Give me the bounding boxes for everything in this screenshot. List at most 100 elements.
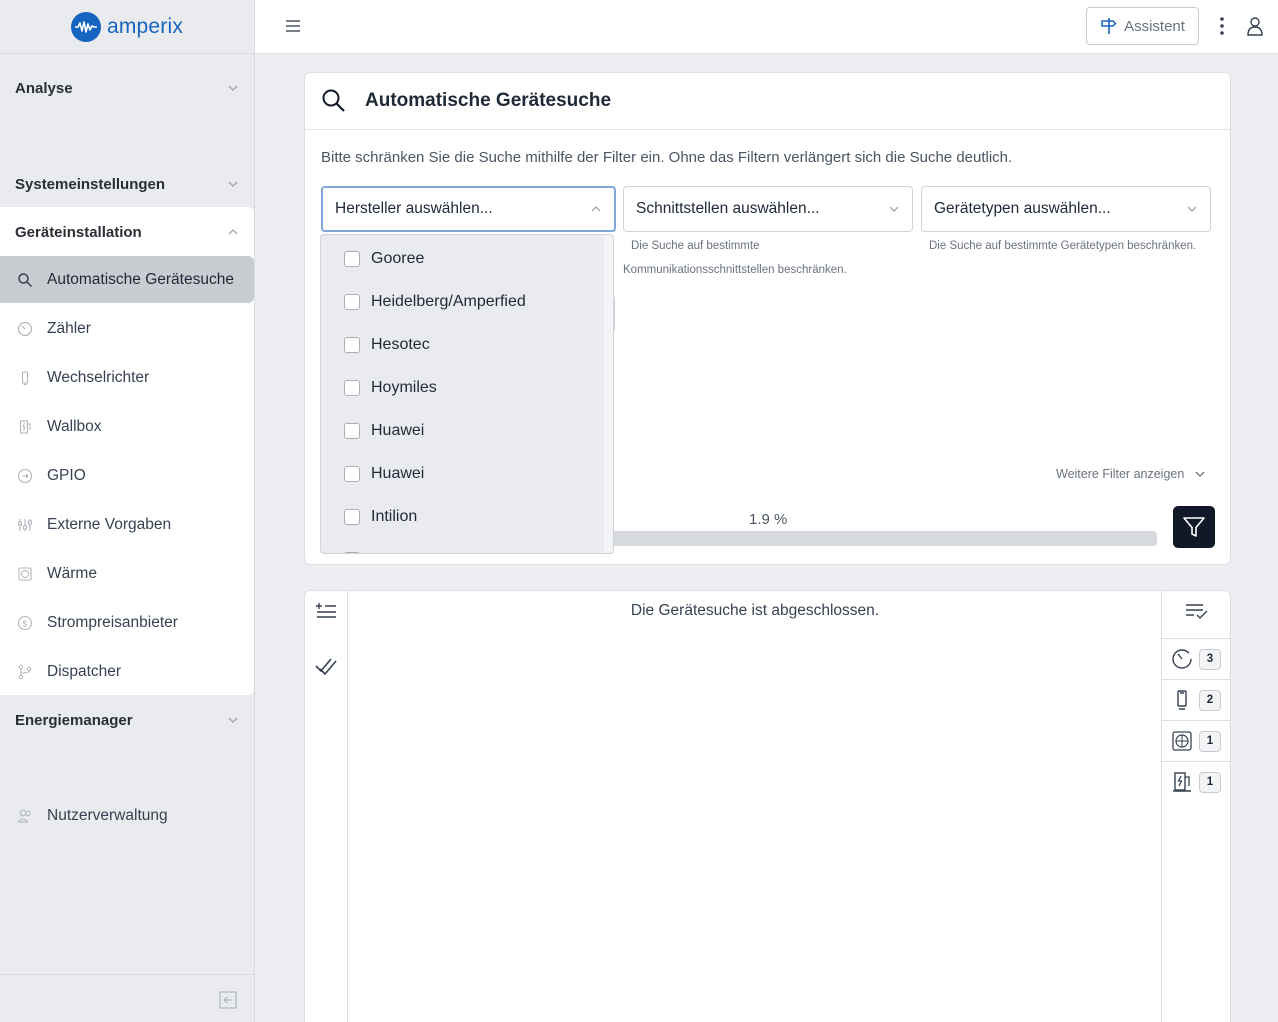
more-filters-toggle[interactable]: Weitere Filter anzeigen <box>1056 467 1206 481</box>
interfaces-select[interactable]: Schnittstellen auswählen... <box>623 186 913 232</box>
svg-text:$: $ <box>22 619 28 629</box>
manufacturer-option[interactable]: Huawei <box>321 452 606 495</box>
category-filter-wallbox[interactable]: 1 <box>1162 761 1230 802</box>
option-label: Gooree <box>371 249 425 267</box>
manufacturer-option[interactable]: Gooree <box>321 237 606 280</box>
sidebar-item-wechselrichter[interactable]: Wechselrichter <box>0 354 254 401</box>
sidebar-section-analyse[interactable]: Analyse <box>0 68 254 108</box>
more-filters-label: Weitere Filter anzeigen <box>1056 467 1185 481</box>
sidebar-item-label: GPIO <box>47 466 86 484</box>
category-count: 2 <box>1199 689 1221 711</box>
checkbox[interactable] <box>344 379 360 396</box>
device-types-placeholder: Gerätetypen auswählen... <box>934 200 1111 217</box>
manufacturer-option[interactable]: Heidelberg/Amperfied <box>321 280 606 323</box>
checkbox[interactable] <box>344 250 360 267</box>
checkbox[interactable] <box>344 551 360 553</box>
logo-mark-icon <box>70 11 101 42</box>
dispatcher-icon <box>16 663 34 681</box>
sidebar-item-automatische-geraetesuche[interactable]: Automatische Gerätesuche <box>0 256 254 303</box>
checkbox[interactable] <box>344 293 360 310</box>
manufacturer-option[interactable]: Intilion <box>321 495 606 538</box>
heat-icon <box>16 565 34 583</box>
sidebar: amperix Analyse Systemeinstellungen Gerä… <box>0 0 255 1022</box>
collapse-sidebar-button[interactable] <box>0 974 254 1022</box>
checkbox[interactable] <box>344 508 360 525</box>
sidebar-item-label: Wallbox <box>47 417 102 435</box>
sidebar-item-label: Automatische Gerätesuche <box>47 270 234 288</box>
option-label: Hoymiles <box>371 378 437 396</box>
more-options-icon[interactable] <box>1217 16 1227 36</box>
checkbox[interactable] <box>344 336 360 353</box>
top-bar: Assistent <box>255 0 1278 54</box>
chevron-down-icon <box>889 206 899 212</box>
add-list-icon[interactable] <box>315 602 337 618</box>
device-types-select[interactable]: Gerätetypen auswählen... <box>921 186 1211 232</box>
sidebar-item-label: Dispatcher <box>47 662 122 680</box>
sidebar-item-gpio[interactable]: GPIO <box>0 452 254 499</box>
option-label: Heidelberg/Amperfied <box>371 292 526 310</box>
sidebar-section-geraeteinstallation[interactable]: Geräteinstallation <box>0 212 254 252</box>
heat-icon <box>1172 731 1192 751</box>
sidebar-item-label: Wechselrichter <box>47 368 150 386</box>
sidebar-item-nutzerverwaltung[interactable]: Nutzerverwaltung <box>0 792 254 839</box>
interfaces-placeholder: Schnittstellen auswählen... <box>636 200 820 217</box>
inverter-icon <box>1177 690 1187 710</box>
apply-filter-button[interactable] <box>1173 506 1215 548</box>
category-filter-heat[interactable]: 1 <box>1162 720 1230 761</box>
manufacturer-select[interactable]: Hersteller auswählen... <box>321 186 616 232</box>
chevron-down-icon <box>228 181 238 187</box>
logo-text: amperix <box>106 14 184 38</box>
sidebar-item-dispatcher[interactable]: Dispatcher <box>0 648 254 695</box>
option-label: Hesotec <box>371 335 430 353</box>
chevron-down-icon <box>228 717 238 723</box>
manufacturer-option[interactable]: Hoymiles <box>321 366 606 409</box>
sidebar-item-label: Externe Vorgaben <box>47 515 172 533</box>
wallbox-icon <box>16 418 34 436</box>
user-icon[interactable] <box>1245 16 1265 36</box>
list-check-icon[interactable] <box>1185 602 1209 620</box>
sidebar-item-waerme[interactable]: Wärme <box>0 550 254 597</box>
sidebar-item-label: Zähler <box>47 319 91 337</box>
category-filter-meter[interactable]: 3 <box>1162 638 1230 679</box>
assistant-button[interactable]: Assistent <box>1086 7 1199 45</box>
manufacturer-placeholder: Hersteller auswählen... <box>335 200 493 217</box>
manufacturer-dropdown: Gooree Heidelberg/Amperfied Hesotec Hoym… <box>320 234 614 554</box>
sidebar-item-strompreisanbieter[interactable]: $ Strompreisanbieter <box>0 599 254 646</box>
logo[interactable]: amperix <box>0 0 254 54</box>
results-toolbar-left <box>305 591 348 1022</box>
filter-icon <box>1183 517 1205 537</box>
dropdown-scrollbar[interactable] <box>604 235 613 553</box>
manufacturer-option[interactable]: Hesotec <box>321 323 606 366</box>
section-label: Energiemanager <box>15 711 133 729</box>
progress-label: 1.9 % <box>749 511 788 528</box>
section-label: Systemeinstellungen <box>15 175 166 193</box>
gpio-icon <box>16 467 34 485</box>
interfaces-help-line-2: Kommunikationsschnittstellen beschränken… <box>623 264 847 276</box>
collapse-sidebar-icon <box>218 990 238 1015</box>
inverter-icon <box>16 369 34 387</box>
menu-icon[interactable] <box>285 18 301 34</box>
search-icon <box>322 89 345 112</box>
category-count: 1 <box>1199 730 1221 752</box>
manufacturer-option[interactable]: Huawei <box>321 409 606 452</box>
filter-hint: Bitte schränken Sie die Suche mithilfe d… <box>321 149 1013 166</box>
card-header: Automatische Gerätesuche <box>305 73 1230 130</box>
sidebar-item-wallbox[interactable]: Wallbox <box>0 403 254 450</box>
sidebar-item-label: Nutzerverwaltung <box>47 806 168 824</box>
sidebar-item-externe-vorgaben[interactable]: Externe Vorgaben <box>0 501 254 548</box>
option-label: Huawei <box>371 421 425 439</box>
price-icon: $ <box>16 614 34 632</box>
checkbox[interactable] <box>344 422 360 439</box>
search-results-panel: Die Gerätesuche ist abgeschlossen. 3 2 1… <box>304 590 1231 1022</box>
sidebar-section-energiemanager[interactable]: Energiemanager <box>0 700 254 740</box>
checkbox[interactable] <box>344 465 360 482</box>
wallbox-icon <box>1173 772 1191 792</box>
sidebar-item-zaehler[interactable]: Zähler <box>0 305 254 352</box>
chevron-down-icon <box>1187 206 1197 212</box>
check-all-icon[interactable] <box>314 655 338 677</box>
signpost-icon <box>1101 18 1117 34</box>
category-filter-inverter[interactable]: 2 <box>1162 679 1230 720</box>
manufacturer-option-partial[interactable] <box>321 538 606 553</box>
sidebar-section-systemeinstellungen[interactable]: Systemeinstellungen <box>0 164 254 204</box>
search-icon <box>16 271 34 289</box>
